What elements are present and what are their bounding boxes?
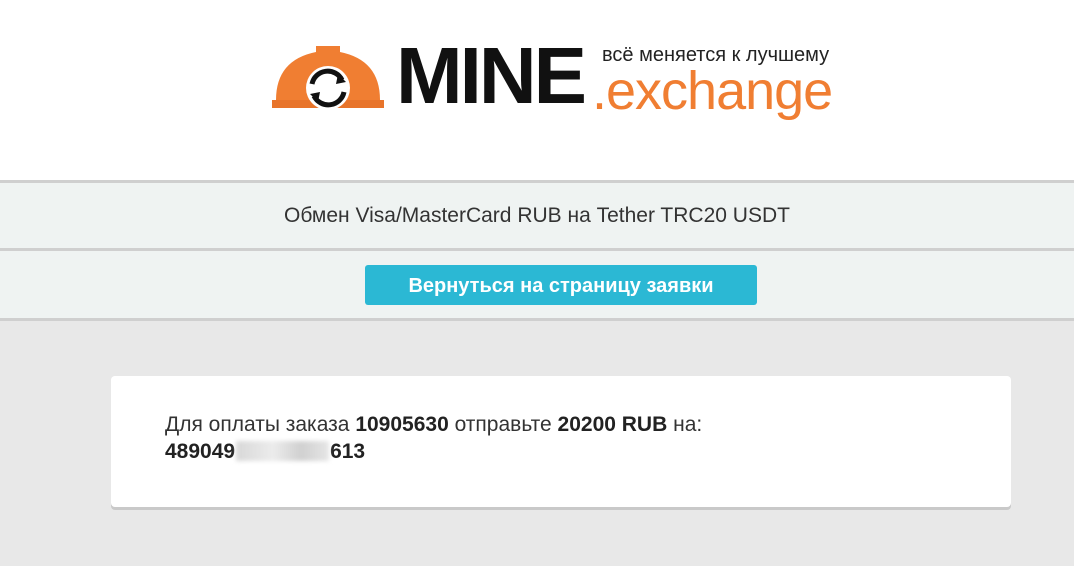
logo-mine-text: MINE	[396, 31, 587, 120]
logo-exchange-text: .exchange	[592, 61, 833, 121]
payment-amount: 20200 RUB	[557, 413, 668, 436]
site-logo[interactable]: MINE всё меняется к лучшему .exchange	[272, 36, 852, 126]
back-to-order-button[interactable]: Вернуться на страницу заявки	[365, 265, 757, 305]
action-bar: Вернуться на страницу заявки	[0, 251, 1074, 321]
payment-card: Для оплаты заказа 10905630 отправьте 202…	[111, 376, 1011, 507]
site-header: MINE всё меняется к лучшему .exchange	[0, 0, 1074, 180]
payment-instruction: Для оплаты заказа 10905630 отправьте 202…	[165, 412, 702, 438]
hardhat-exchange-logo-icon	[272, 46, 384, 110]
exchange-title: Обмен Visa/MasterCard RUB на Tether TRC2…	[284, 204, 790, 227]
order-number: 10905630	[355, 413, 449, 436]
payment-prefix: Для оплаты заказа	[165, 413, 350, 436]
card-number-start: 489049	[165, 440, 236, 463]
card-number[interactable]: 489049 613	[165, 439, 365, 465]
payment-suffix: на:	[673, 413, 703, 436]
exchange-title-bar: Обмен Visa/MasterCard RUB на Tether TRC2…	[0, 180, 1074, 251]
payment-middle: отправьте	[454, 413, 552, 436]
card-number-redacted	[236, 441, 330, 461]
card-number-end: 613	[330, 440, 366, 463]
